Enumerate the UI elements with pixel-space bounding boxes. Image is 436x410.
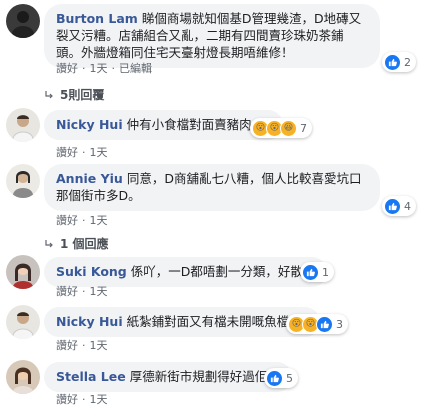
comment-bubble: Burton Lam 睇個商場就知個基D管理幾渣，D地磚又裂又污糟。店舖組合又亂，… [44, 4, 380, 68]
comment-meta: 讚好 · 1天 [56, 212, 108, 228]
like-link[interactable]: 讚好 [56, 283, 78, 299]
comment-timestamp[interactable]: 1天 [90, 60, 108, 76]
like-link[interactable]: 讚好 [56, 391, 78, 407]
avatar[interactable] [6, 305, 40, 339]
reaction-count: 7 [300, 121, 307, 135]
comment-text: 紙紮鋪對面又有檔未開嘅魚檔 [126, 314, 290, 329]
reaction-summary[interactable]: 😮 😮 3 [286, 314, 348, 334]
comment-meta: 讚好 · 1天 [56, 391, 108, 407]
comment-bubble: Annie Yiu 同意，D商舖亂七八糟，個人比較喜愛坑口那個街市多D。 [44, 164, 380, 211]
avatar[interactable] [6, 108, 40, 142]
comment-timestamp[interactable]: 1天 [90, 144, 108, 160]
like-reaction-icon [384, 53, 401, 71]
avatar[interactable] [6, 360, 40, 394]
reaction-summary[interactable]: 4 [382, 196, 416, 216]
user-avatar-icon [6, 164, 40, 198]
like-reaction-icon [266, 369, 283, 387]
like-reaction-icon [316, 315, 333, 333]
avatar[interactable] [6, 4, 40, 38]
haha-reaction-icon: 😆 [280, 119, 297, 137]
user-avatar-icon [6, 305, 40, 339]
reaction-count: 3 [336, 317, 343, 331]
reaction-summary[interactable]: 5 [264, 368, 298, 388]
avatar[interactable] [6, 164, 40, 198]
reaction-summary[interactable]: 2 [382, 52, 416, 72]
comment-bubble: Nicky Hui 仲有小食檔對面賣豬肉 [44, 110, 283, 140]
comment-text: 仲有小食檔對面賣豬肉 [126, 117, 252, 132]
comment-bubble: Nicky Hui 紙紮鋪對面又有檔未開嘅魚檔 [44, 307, 321, 337]
comment-meta: 讚好 · 1天 [56, 283, 108, 299]
comment-author[interactable]: Suki Kong [56, 264, 127, 279]
like-link[interactable]: 讚好 [56, 212, 78, 228]
comment-text: 厚德新街市規劃得好過佢！ [129, 369, 280, 384]
view-replies-link[interactable]: 5則回覆 [44, 86, 104, 103]
comment-author[interactable]: Stella Lee [56, 369, 126, 384]
edited-label[interactable]: 已編輯 [119, 60, 152, 76]
view-replies-label: 5則回覆 [60, 88, 105, 102]
comment-meta: 讚好 · 1天 [56, 337, 108, 353]
reaction-count: 2 [404, 55, 411, 69]
comment-author[interactable]: Nicky Hui [56, 117, 123, 132]
like-link[interactable]: 讚好 [56, 337, 78, 353]
comment-author[interactable]: Nicky Hui [56, 314, 123, 329]
comment-meta: 讚好 · 1天 · 已編輯 [56, 60, 152, 76]
reaction-count: 1 [322, 265, 329, 279]
comment-text: 係吖，一D都唔劃一分類，好散！ [130, 264, 316, 279]
reaction-count: 4 [404, 199, 411, 213]
comment-bubble: Stella Lee 厚德新街市規劃得好過佢！ [44, 362, 292, 392]
user-avatar-icon [6, 4, 40, 38]
comment-timestamp[interactable]: 1天 [90, 337, 108, 353]
like-reaction-icon [302, 263, 319, 281]
user-avatar-icon [6, 360, 40, 394]
comment-meta: 讚好 · 1天 [56, 144, 108, 160]
reaction-summary[interactable]: 😮 😮 😆 7 [250, 118, 312, 138]
reply-arrow-icon [45, 90, 53, 98]
like-link[interactable]: 讚好 [56, 144, 78, 160]
reaction-summary[interactable]: 1 [300, 262, 334, 282]
comment-author[interactable]: Annie Yiu [56, 171, 123, 186]
reply-arrow-icon [45, 239, 53, 247]
comment-timestamp[interactable]: 1天 [90, 391, 108, 407]
comment-timestamp[interactable]: 1天 [90, 212, 108, 228]
comment-timestamp[interactable]: 1天 [90, 283, 108, 299]
reaction-count: 5 [286, 371, 293, 385]
view-replies-label: 1 個回應 [60, 237, 109, 251]
user-avatar-icon [6, 255, 40, 289]
comment-author[interactable]: Burton Lam [56, 11, 138, 26]
avatar[interactable] [6, 255, 40, 289]
view-replies-link[interactable]: 1 個回應 [44, 235, 109, 252]
like-link[interactable]: 讚好 [56, 60, 78, 76]
user-avatar-icon [6, 108, 40, 142]
like-reaction-icon [384, 197, 401, 215]
